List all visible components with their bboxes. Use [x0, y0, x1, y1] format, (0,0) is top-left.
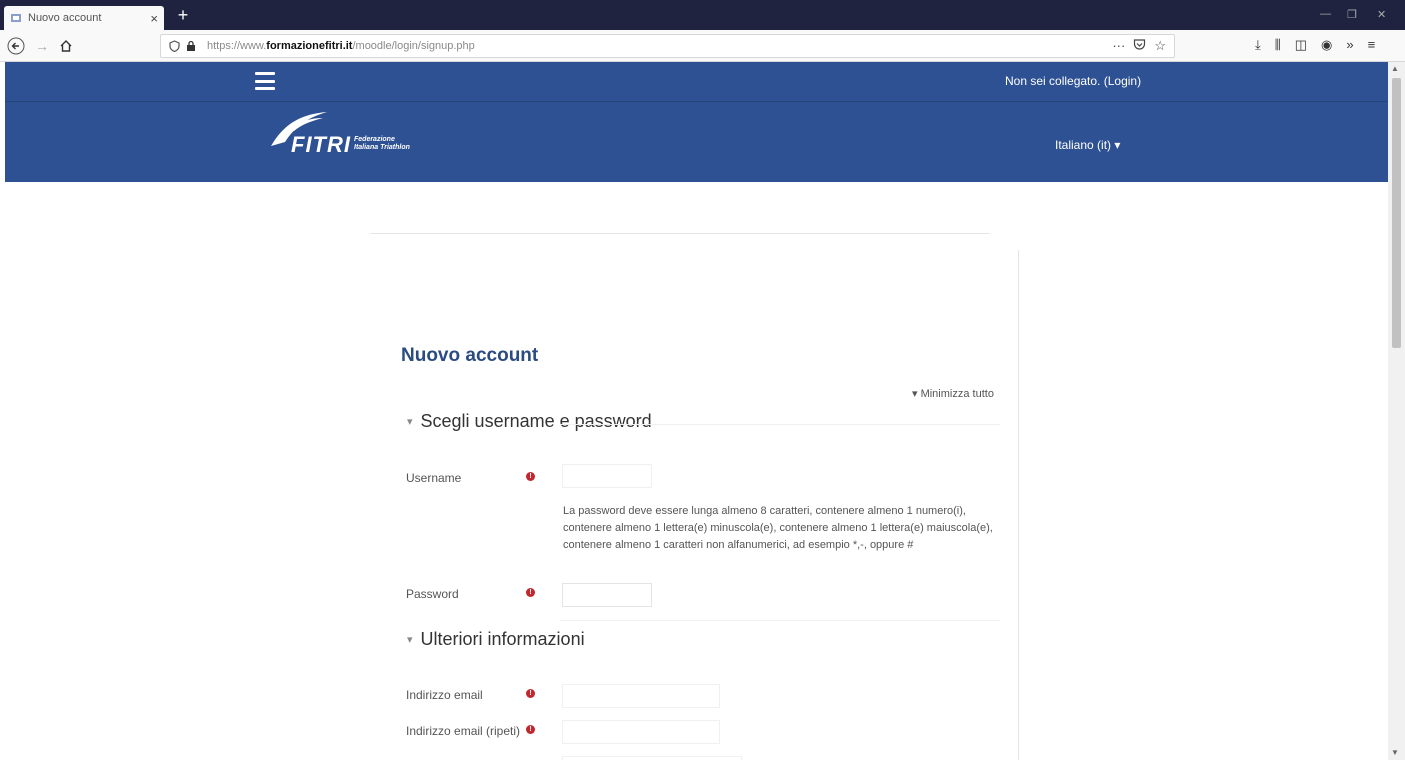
restore-icon[interactable]: ❐ [1347, 8, 1357, 21]
app-menu-icon[interactable]: ≡ [1368, 37, 1376, 53]
page-viewport: Non sei collegato. (Login) FITRI Federaz… [0, 62, 1405, 760]
section-title: Ulteriori informazioni [420, 629, 585, 649]
language-menu[interactable]: Italiano (it) ▾ [1055, 138, 1120, 152]
pocket-icon[interactable] [1133, 38, 1146, 54]
back-button[interactable] [6, 36, 26, 56]
collapse-all-link[interactable]: ▾ Minimizza tutto [912, 387, 994, 400]
logo-brand: FITRI [291, 132, 351, 157]
back-arrow-icon [7, 37, 25, 55]
page-scrollbar[interactable]: ▲ ▼ [1388, 62, 1405, 760]
url-host: formazionefitri.it [266, 40, 353, 52]
email-repeat-label: Indirizzo email (ripeti) [406, 724, 521, 738]
lock-icon[interactable] [186, 40, 196, 52]
bookmark-star-icon[interactable]: ☆ [1154, 38, 1166, 54]
password-help-text: La password deve essere lunga almeno 8 c… [563, 505, 993, 551]
email-repeat-input[interactable] [562, 720, 720, 744]
divider [370, 233, 990, 234]
shield-icon[interactable] [169, 40, 180, 52]
site-favicon-icon [10, 12, 22, 24]
library-icon[interactable]: ⫼ [1275, 37, 1281, 53]
site-banner: FITRI Federazione Italiana Triathlon Ita… [5, 102, 1388, 182]
tab-title: Nuovo account [28, 12, 102, 24]
tab-close-icon[interactable]: × [150, 11, 158, 26]
forward-button[interactable]: → [32, 36, 52, 56]
email-label: Indirizzo email [406, 688, 483, 702]
section-more-toggle[interactable]: ▾ Ulteriori informazioni [407, 629, 585, 650]
address-bar[interactable]: https://www. formazionefitri.it /moodle/… [160, 34, 1175, 58]
login-link[interactable]: Non sei collegato. (Login) [1005, 74, 1141, 88]
password-label: Password [406, 587, 459, 601]
logo-subtitle: Federazione Italiana Triathlon [354, 136, 410, 151]
required-icon: ! [526, 689, 535, 698]
caret-down-icon: ▾ [407, 416, 413, 428]
scroll-up-icon[interactable]: ▲ [1391, 64, 1399, 73]
username-input[interactable] [562, 464, 652, 488]
username-label: Username [406, 471, 462, 485]
browser-navbar: → https://www. formazionefitri.it /moodl… [0, 30, 1405, 62]
section-account-toggle[interactable]: ▾ Scegli username e password [407, 411, 652, 432]
browser-tabbar: Nuovo account × + — ❐ ✕ [0, 0, 1405, 30]
minimize-icon[interactable]: — [1320, 8, 1331, 20]
page-title: Nuovo account [401, 345, 539, 366]
required-icon: ! [526, 588, 535, 597]
site-navbar: Non sei collegato. (Login) [5, 62, 1388, 102]
caret-down-icon: ▾ [407, 634, 413, 646]
sidebar-icon[interactable]: ◫ [1295, 37, 1307, 53]
section-title: Scegli username e password [420, 411, 652, 431]
email-input[interactable] [562, 684, 720, 708]
next-input[interactable] [562, 756, 742, 760]
scroll-down-icon[interactable]: ▼ [1391, 748, 1399, 757]
required-icon: ! [526, 472, 535, 481]
url-prefix: https://www. [207, 40, 267, 52]
url-path: /moodle/login/signup.php [352, 40, 475, 52]
password-input[interactable] [562, 583, 652, 607]
browser-tab[interactable]: Nuovo account × [4, 6, 164, 30]
window-close-icon[interactable]: ✕ [1377, 8, 1386, 21]
divider [560, 424, 1000, 425]
overflow-icon[interactable]: » [1346, 37, 1353, 53]
new-tab-button[interactable]: + [172, 6, 194, 26]
page-actions-icon[interactable]: ··· [1112, 38, 1125, 54]
fitri-logo[interactable]: FITRI Federazione Italiana Triathlon [267, 108, 467, 168]
home-icon [60, 40, 72, 52]
account-icon[interactable]: ◉ [1321, 37, 1332, 53]
required-icon: ! [526, 725, 535, 734]
menu-icon[interactable] [255, 72, 275, 90]
home-button[interactable] [56, 36, 76, 56]
downloads-icon[interactable]: ⤓ [1255, 37, 1261, 53]
scrollbar-thumb[interactable] [1392, 78, 1401, 348]
divider [560, 620, 1000, 621]
